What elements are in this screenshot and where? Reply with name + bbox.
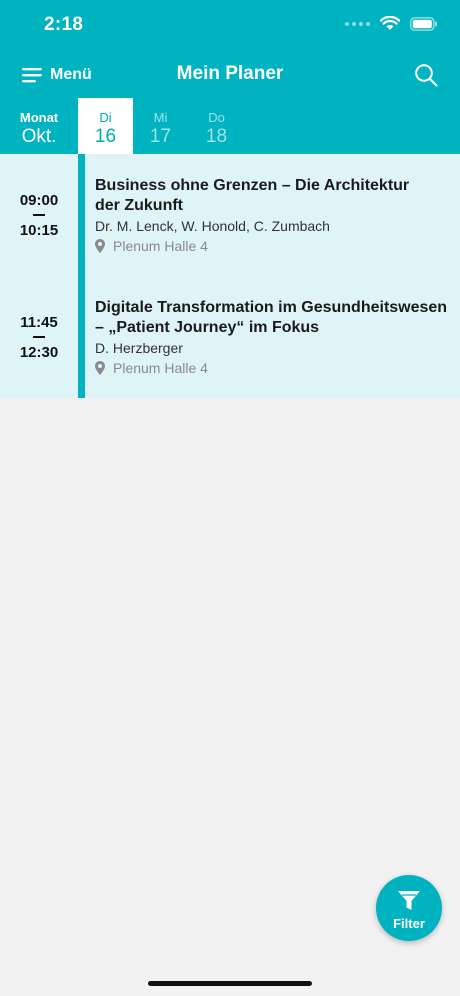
hamburger-menu-icon: [22, 68, 42, 83]
session-title: Business ohne Grenzen – Die Architektur …: [95, 176, 451, 216]
session-title-line: Digitale Transformation im Gesundheitswe…: [95, 299, 448, 316]
session-speakers: D. Herzberger: [95, 340, 183, 356]
day-number: 16: [94, 126, 117, 147]
search-icon[interactable]: [412, 61, 440, 89]
menu-label: Menü: [50, 66, 92, 83]
navigation-bar: Menü Mein Planer: [0, 52, 460, 98]
session-title-line: der Zukunft: [95, 197, 183, 214]
time-separator: [33, 214, 45, 216]
session-item[interactable]: 11:45 12:30 Digitale Transformation im G…: [0, 276, 460, 398]
day-weekday: Do: [208, 110, 225, 125]
session-location: Plenum Halle 4: [95, 360, 208, 376]
session-end-time: 10:15: [19, 222, 59, 239]
day-weekday: Mi: [153, 110, 168, 125]
menu-button[interactable]: Menü: [22, 60, 92, 90]
day-weekday: Di: [99, 110, 112, 125]
filter-funnel-icon: [398, 891, 420, 910]
month-value: Okt.: [21, 126, 57, 147]
session-title-line: – „Patient Journey“ im Fokus: [95, 319, 320, 336]
session-speakers: Dr. M. Lenck, W. Honold, C. Zumbach: [95, 218, 330, 234]
day-tabs: Monat Okt. Di 16 Mi 17 Do 18: [0, 98, 460, 154]
home-indicator: [148, 981, 312, 986]
location-pin-icon: [95, 361, 105, 375]
session-item[interactable]: 09:00 10:15 Business ohne Grenzen – Die …: [0, 154, 460, 276]
session-time: 09:00 10:15: [0, 192, 78, 239]
session-start-time: 11:45: [20, 314, 58, 331]
session-time: 11:45 12:30: [0, 314, 78, 361]
month-indicator: Monat Okt.: [0, 98, 78, 154]
cellular-signal-icon: [345, 21, 370, 26]
battery-icon: [410, 16, 437, 31]
month-label: Monat: [19, 110, 59, 125]
location-label: Plenum Halle 4: [113, 238, 208, 254]
time-separator: [33, 336, 45, 338]
status-bar: 2:18: [0, 0, 460, 52]
tab-day-18[interactable]: Do 18: [189, 98, 244, 154]
session-title: Digitale Transformation im Gesundheitswe…: [95, 298, 451, 338]
location-pin-icon: [95, 239, 105, 253]
session-end-time: 12:30: [19, 344, 59, 361]
session-list: 09:00 10:15 Business ohne Grenzen – Die …: [0, 154, 460, 398]
session-location: Plenum Halle 4: [95, 238, 208, 254]
session-start-time: 09:00: [19, 192, 59, 209]
day-number: 17: [149, 126, 172, 147]
session-title-line: Business ohne Grenzen – Die Architektur: [95, 177, 410, 194]
day-number: 18: [205, 126, 228, 147]
wifi-icon: [380, 16, 400, 30]
status-icons: [345, 16, 438, 31]
status-time: 2:18: [44, 14, 84, 35]
filter-button[interactable]: Filter: [376, 875, 442, 941]
tab-day-17[interactable]: Mi 17: [133, 98, 188, 154]
filter-label: Filter: [393, 916, 425, 931]
tab-day-16[interactable]: Di 16: [78, 98, 133, 154]
location-label: Plenum Halle 4: [113, 360, 208, 376]
